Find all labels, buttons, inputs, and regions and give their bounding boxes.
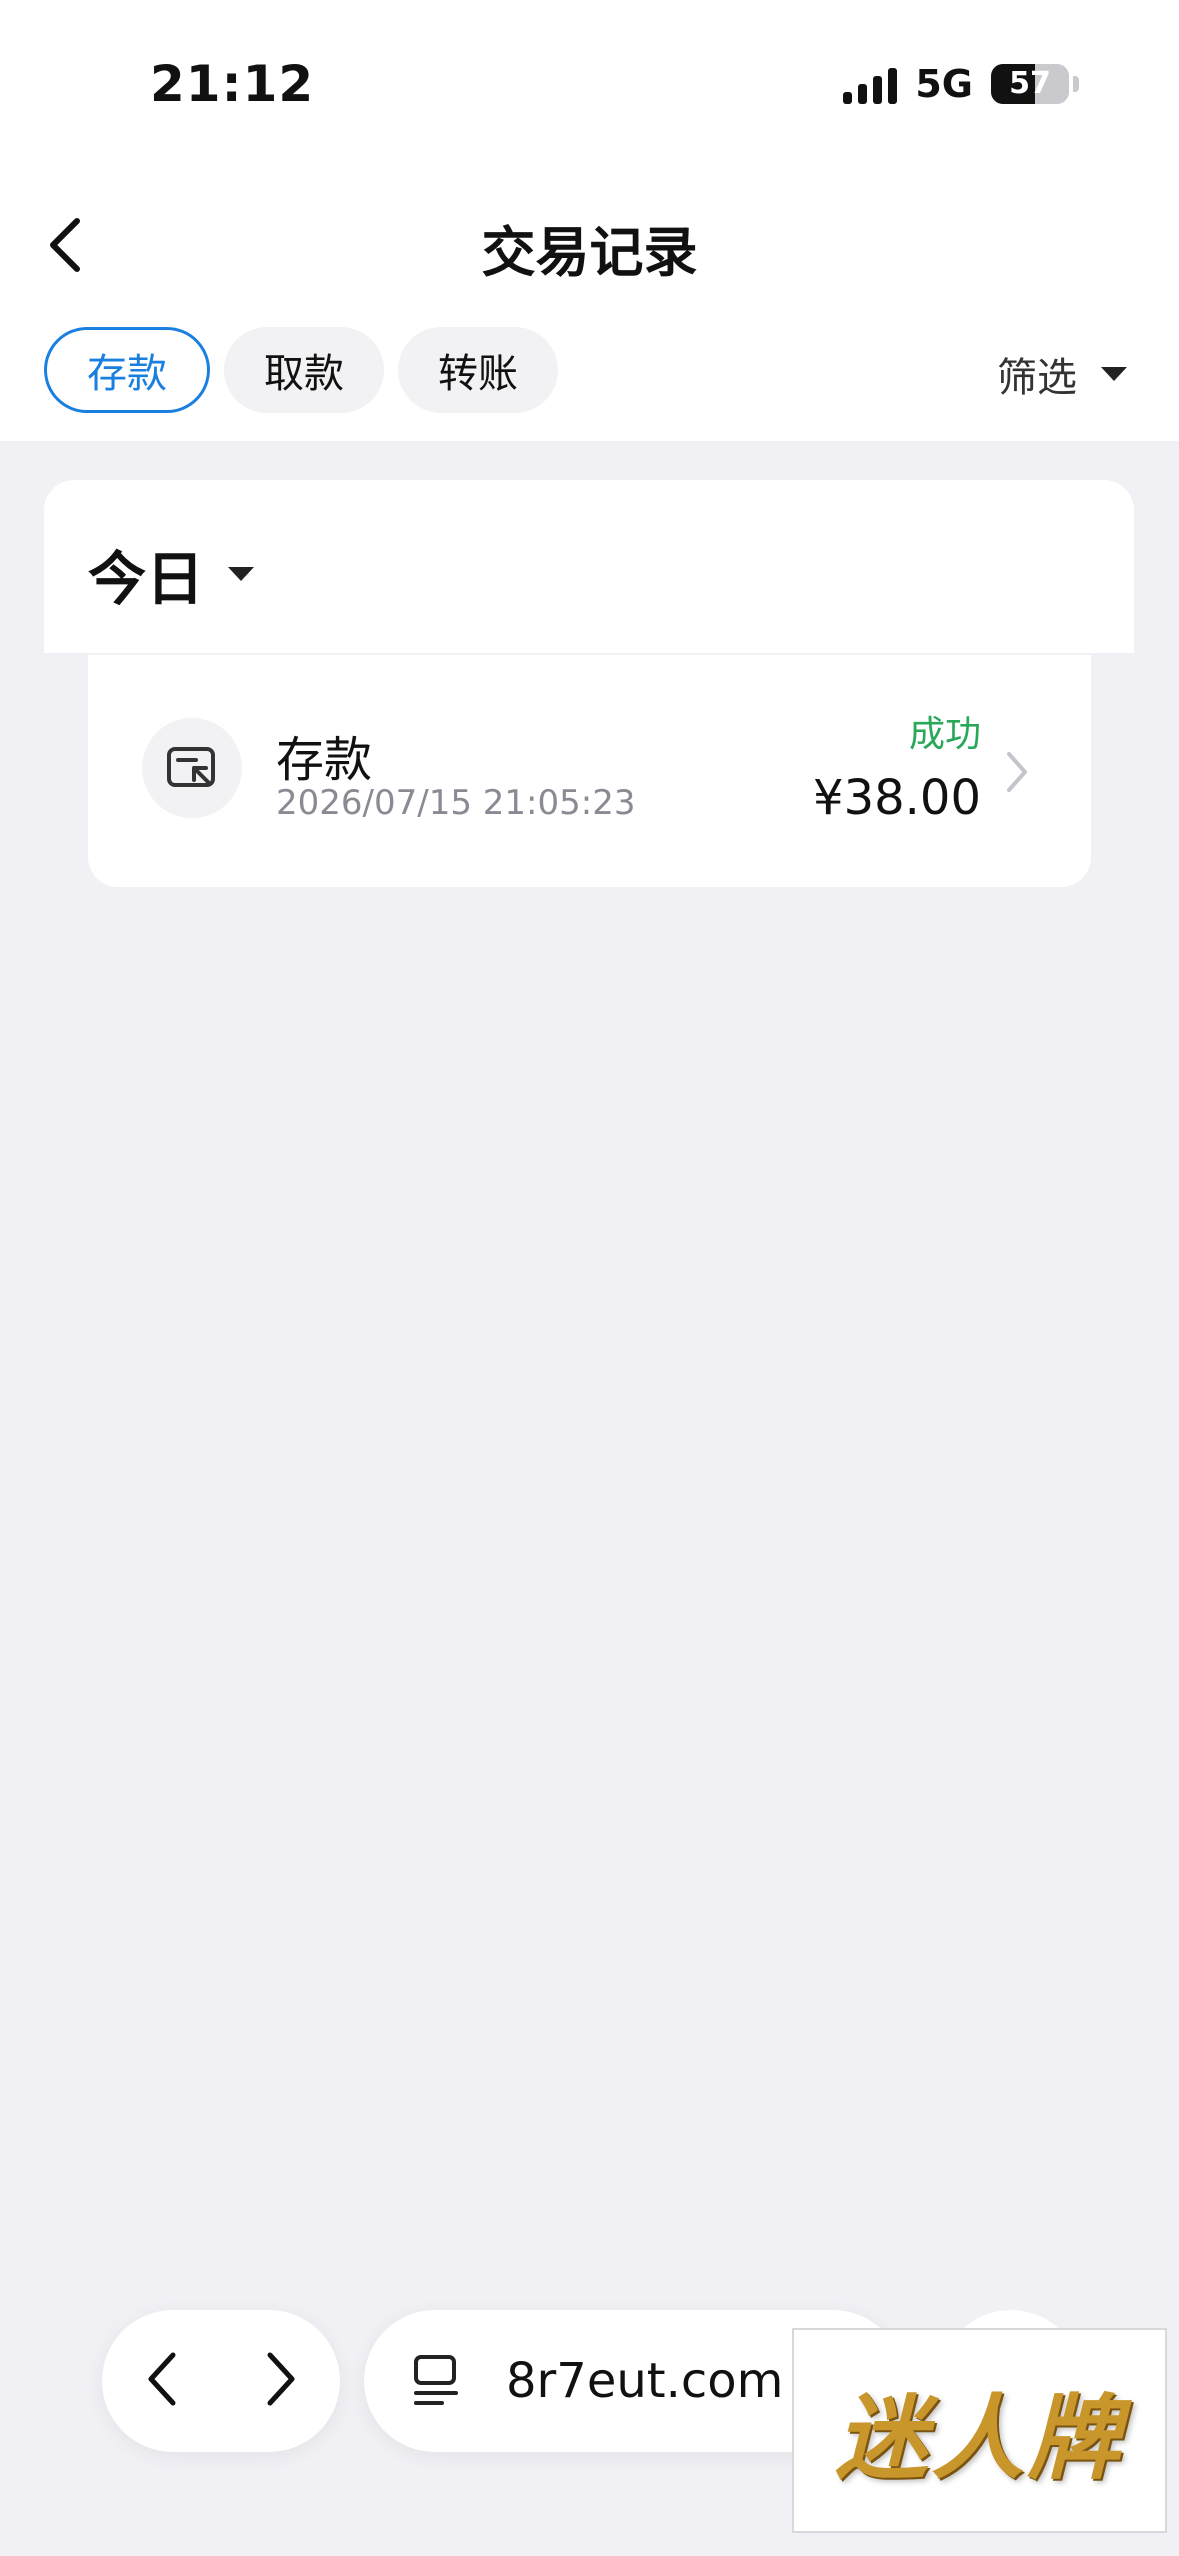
url-text: 8r7eut.com	[506, 2353, 784, 2409]
reader-icon	[414, 2355, 458, 2405]
status-indicators: 5G 57	[843, 62, 1079, 106]
battery-level: 57	[1009, 66, 1051, 101]
chevron-right-icon	[267, 2352, 294, 2406]
caret-down-icon	[228, 567, 255, 581]
transaction-title: 存款	[276, 732, 373, 788]
watermark-logo: 迷人牌	[792, 2328, 1167, 2533]
date-group-card: 今日	[44, 480, 1134, 655]
transaction-status: 成功	[908, 714, 981, 755]
tab-deposit[interactable]: 存款	[44, 327, 210, 413]
battery-cap	[1073, 76, 1079, 92]
network-type: 5G	[915, 62, 973, 106]
tab-withdraw[interactable]: 取款	[224, 327, 384, 413]
battery-icon: 57	[991, 64, 1069, 104]
filter-label: 筛选	[997, 355, 1077, 401]
tab-bar: 存款 取款 转账	[44, 327, 558, 413]
browser-back-button[interactable]	[145, 2351, 179, 2411]
watermark-text: 迷人牌	[835, 2384, 1124, 2492]
chevron-right-icon	[1007, 752, 1027, 792]
status-time: 21:12	[150, 55, 315, 113]
tab-transfer[interactable]: 转账	[398, 327, 558, 413]
page-title: 交易记录	[481, 221, 698, 284]
transaction-amount: ¥38.00	[813, 770, 981, 826]
caret-down-icon	[1101, 367, 1127, 381]
chevron-left-icon	[148, 2352, 175, 2406]
page: 21:12 5G 57 交易记录 存款 取款 转账 筛选 今日 存款 2026/…	[0, 0, 1179, 2556]
browser-forward-button[interactable]	[264, 2351, 298, 2411]
transaction-item[interactable]: 存款 2026/07/15 21:05:23 成功 ¥38.00	[88, 655, 1091, 887]
date-group-selector[interactable]: 今日	[88, 532, 256, 616]
deposit-icon	[142, 718, 242, 818]
cellular-signal-icon	[843, 64, 898, 104]
filter-button[interactable]: 筛选	[997, 345, 1129, 403]
date-group-label: 今日	[88, 545, 205, 613]
transaction-time: 2026/07/15 21:05:23	[276, 783, 636, 823]
browser-nav-controls	[102, 2310, 340, 2452]
